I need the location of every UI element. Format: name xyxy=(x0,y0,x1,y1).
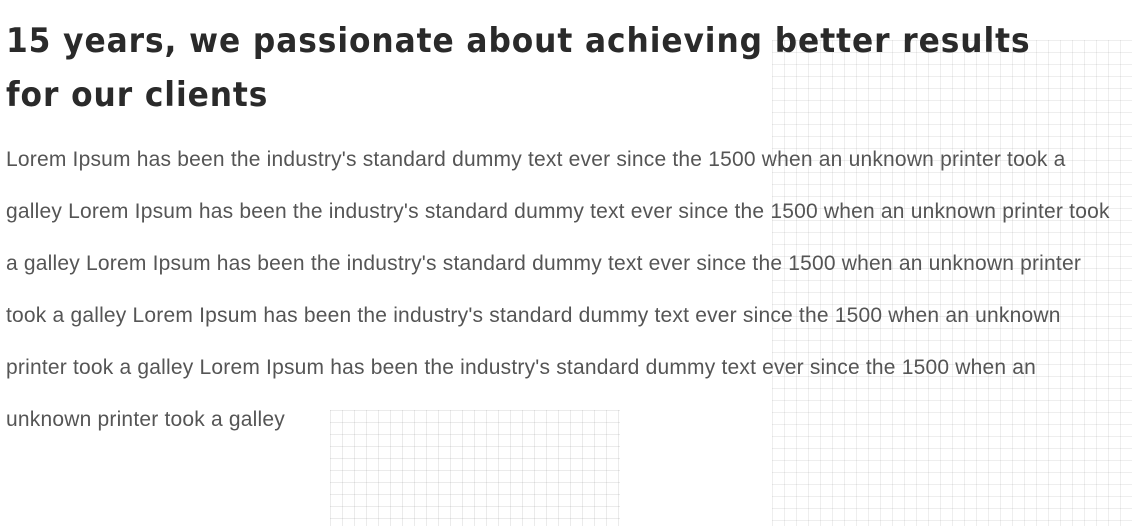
article-section: 15 years, we passionate about achieving … xyxy=(6,14,1116,446)
article-heading: 15 years, we passionate about achieving … xyxy=(6,21,1031,115)
article-body: Lorem Ipsum has been the industry's stan… xyxy=(6,148,1110,431)
